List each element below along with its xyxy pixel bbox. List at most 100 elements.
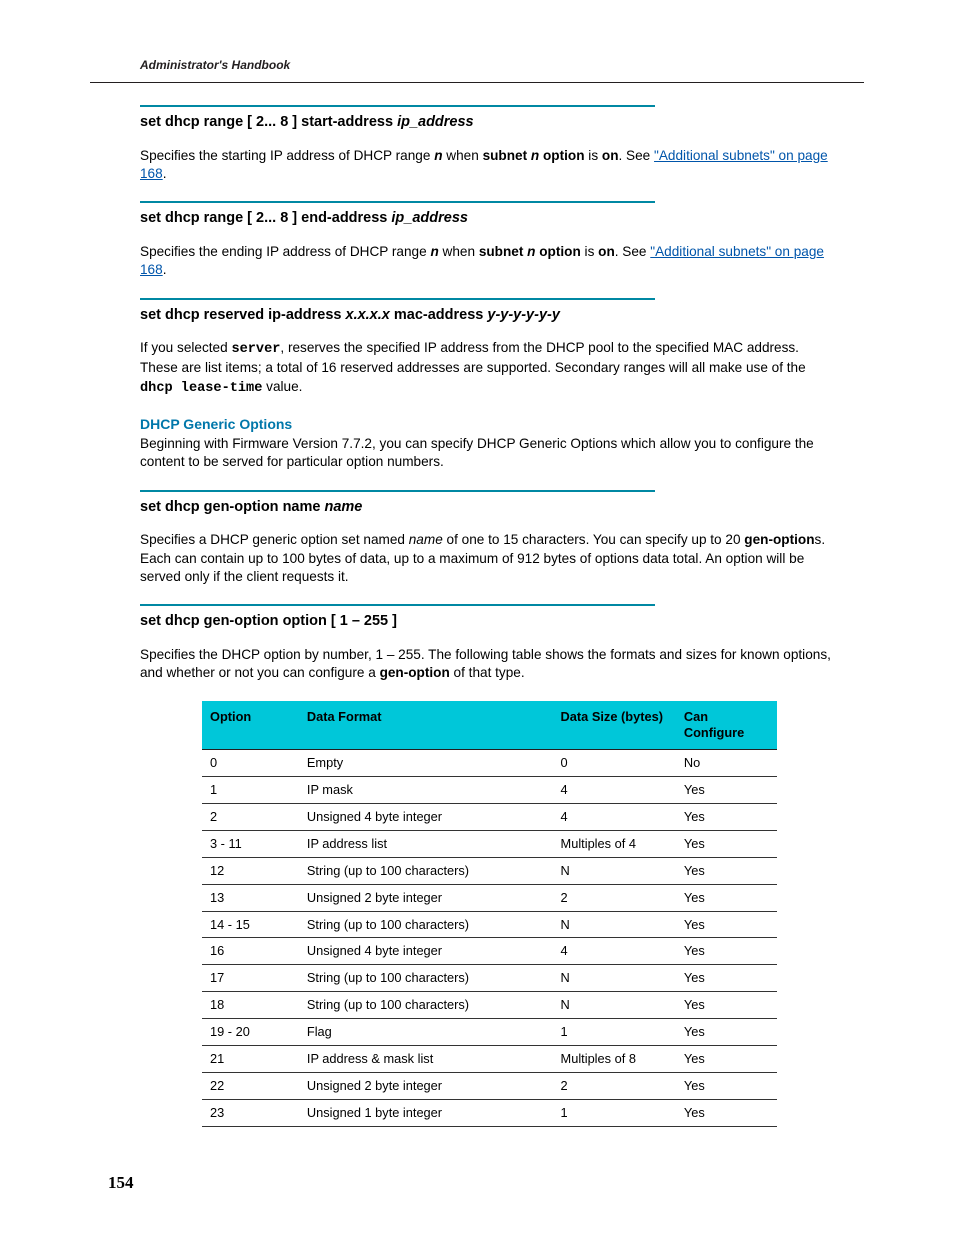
table-cell: String (up to 100 characters) xyxy=(299,911,553,938)
text: of that type. xyxy=(450,665,525,680)
text: Specifies a DHCP generic option set name… xyxy=(140,532,409,547)
table-cell: N xyxy=(553,911,676,938)
heading-end-address: set dhcp range [ 2... 8 ] end-address ip… xyxy=(140,209,840,229)
table-cell: 1 xyxy=(553,1100,676,1127)
table-cell: Yes xyxy=(676,830,777,857)
heading-text: set dhcp range [ 2... 8 ] end-address xyxy=(140,210,391,226)
table-cell: 18 xyxy=(202,992,299,1019)
text-n: n xyxy=(531,148,539,163)
text-subnet: subnet xyxy=(483,148,531,163)
table-cell: 1 xyxy=(553,1019,676,1046)
text-on: on xyxy=(598,244,615,259)
text-option: option xyxy=(539,148,584,163)
heading-genopt-option: set dhcp gen-option option [ 1 – 255 ] xyxy=(140,612,840,632)
section-separator xyxy=(140,201,655,203)
table-row: 22Unsigned 2 byte integer2Yes xyxy=(202,1073,777,1100)
dhcp-options-table: Option Data Format Data Size (bytes) Can… xyxy=(202,701,777,1128)
table-cell: String (up to 100 characters) xyxy=(299,992,553,1019)
table-cell: Yes xyxy=(676,803,777,830)
text-n: n xyxy=(434,148,442,163)
table-cell: String (up to 100 characters) xyxy=(299,965,553,992)
body-start-address: Specifies the starting IP address of DHC… xyxy=(140,147,840,184)
body-generic: Beginning with Firmware Version 7.7.2, y… xyxy=(140,435,840,472)
table-cell: N xyxy=(553,992,676,1019)
table-row: 16Unsigned 4 byte integer4Yes xyxy=(202,938,777,965)
table-cell: 3 - 11 xyxy=(202,830,299,857)
text: when xyxy=(443,148,483,163)
table-cell: Yes xyxy=(676,857,777,884)
running-header: Administrator's Handbook xyxy=(140,58,844,72)
heading-param: ip_address xyxy=(391,210,468,226)
heading-text: set dhcp range [ 2... 8 ] start-address xyxy=(140,114,397,130)
text-genoption: gen-option xyxy=(744,532,814,547)
heading-param: y-y-y-y-y-y xyxy=(487,307,560,323)
text: . xyxy=(163,262,167,277)
table-cell: 4 xyxy=(553,938,676,965)
text: If you selected xyxy=(140,340,231,355)
text: Specifies the ending IP address of DHCP … xyxy=(140,244,430,259)
text: . xyxy=(163,166,167,181)
table-cell: Yes xyxy=(676,1046,777,1073)
table-cell: Yes xyxy=(676,965,777,992)
table-cell: Yes xyxy=(676,911,777,938)
table-cell: No xyxy=(676,749,777,776)
heading-param: name xyxy=(324,499,362,515)
page-number: 154 xyxy=(108,1173,134,1193)
th-format: Data Format xyxy=(299,701,553,749)
body-genopt-name: Specifies a DHCP generic option set name… xyxy=(140,531,840,586)
table-cell: Empty xyxy=(299,749,553,776)
table-cell: Multiples of 4 xyxy=(553,830,676,857)
text: is xyxy=(581,244,598,259)
table-cell: Unsigned 4 byte integer xyxy=(299,938,553,965)
text-name: name xyxy=(409,532,443,547)
table-cell: 16 xyxy=(202,938,299,965)
text: . See xyxy=(619,148,655,163)
text: when xyxy=(439,244,479,259)
table-row: 3 - 11IP address listMultiples of 4Yes xyxy=(202,830,777,857)
text-option: option xyxy=(535,244,580,259)
table-row: 17String (up to 100 characters)NYes xyxy=(202,965,777,992)
table-cell: Yes xyxy=(676,992,777,1019)
table-row: 2Unsigned 4 byte integer4Yes xyxy=(202,803,777,830)
table-row: 18String (up to 100 characters)NYes xyxy=(202,992,777,1019)
text-on: on xyxy=(602,148,619,163)
table-cell: 4 xyxy=(553,776,676,803)
table-cell: String (up to 100 characters) xyxy=(299,857,553,884)
table-cell: Yes xyxy=(676,1100,777,1127)
text-genoption: gen-option xyxy=(380,665,450,680)
table-cell: N xyxy=(553,857,676,884)
text: . See xyxy=(615,244,651,259)
table-row: 12String (up to 100 characters)NYes xyxy=(202,857,777,884)
text: is xyxy=(585,148,602,163)
heading-text: set dhcp gen-option name xyxy=(140,499,324,515)
table-cell: 1 xyxy=(202,776,299,803)
table-cell: Unsigned 1 byte integer xyxy=(299,1100,553,1127)
body-end-address: Specifies the ending IP address of DHCP … xyxy=(140,243,840,280)
text-n: n xyxy=(430,244,438,259)
table-cell: IP address & mask list xyxy=(299,1046,553,1073)
content-area: set dhcp range [ 2... 8 ] start-address … xyxy=(140,105,840,1127)
text-lease: dhcp lease-time xyxy=(140,381,262,396)
table-cell: Yes xyxy=(676,776,777,803)
table-cell: 0 xyxy=(202,749,299,776)
table-cell: 4 xyxy=(553,803,676,830)
table-cell: Unsigned 2 byte integer xyxy=(299,1073,553,1100)
table-row: 23Unsigned 1 byte integer1Yes xyxy=(202,1100,777,1127)
table-cell: 21 xyxy=(202,1046,299,1073)
table-row: 21IP address & mask listMultiples of 8Ye… xyxy=(202,1046,777,1073)
table-cell: 23 xyxy=(202,1100,299,1127)
table-cell: Flag xyxy=(299,1019,553,1046)
th-configure: Can Configure xyxy=(676,701,777,749)
section-separator xyxy=(140,604,655,606)
text: value. xyxy=(262,379,302,394)
table-body: 0Empty0No1IP mask4Yes2Unsigned 4 byte in… xyxy=(202,749,777,1127)
heading-start-address: set dhcp range [ 2... 8 ] start-address … xyxy=(140,113,840,133)
table-cell: Multiples of 8 xyxy=(553,1046,676,1073)
table-cell: 13 xyxy=(202,884,299,911)
table-row: 19 - 20Flag1Yes xyxy=(202,1019,777,1046)
heading-param: x.x.x.x xyxy=(346,307,390,323)
table-cell: Unsigned 4 byte integer xyxy=(299,803,553,830)
table-cell: 17 xyxy=(202,965,299,992)
section-separator xyxy=(140,105,655,107)
header-rule xyxy=(90,82,864,83)
